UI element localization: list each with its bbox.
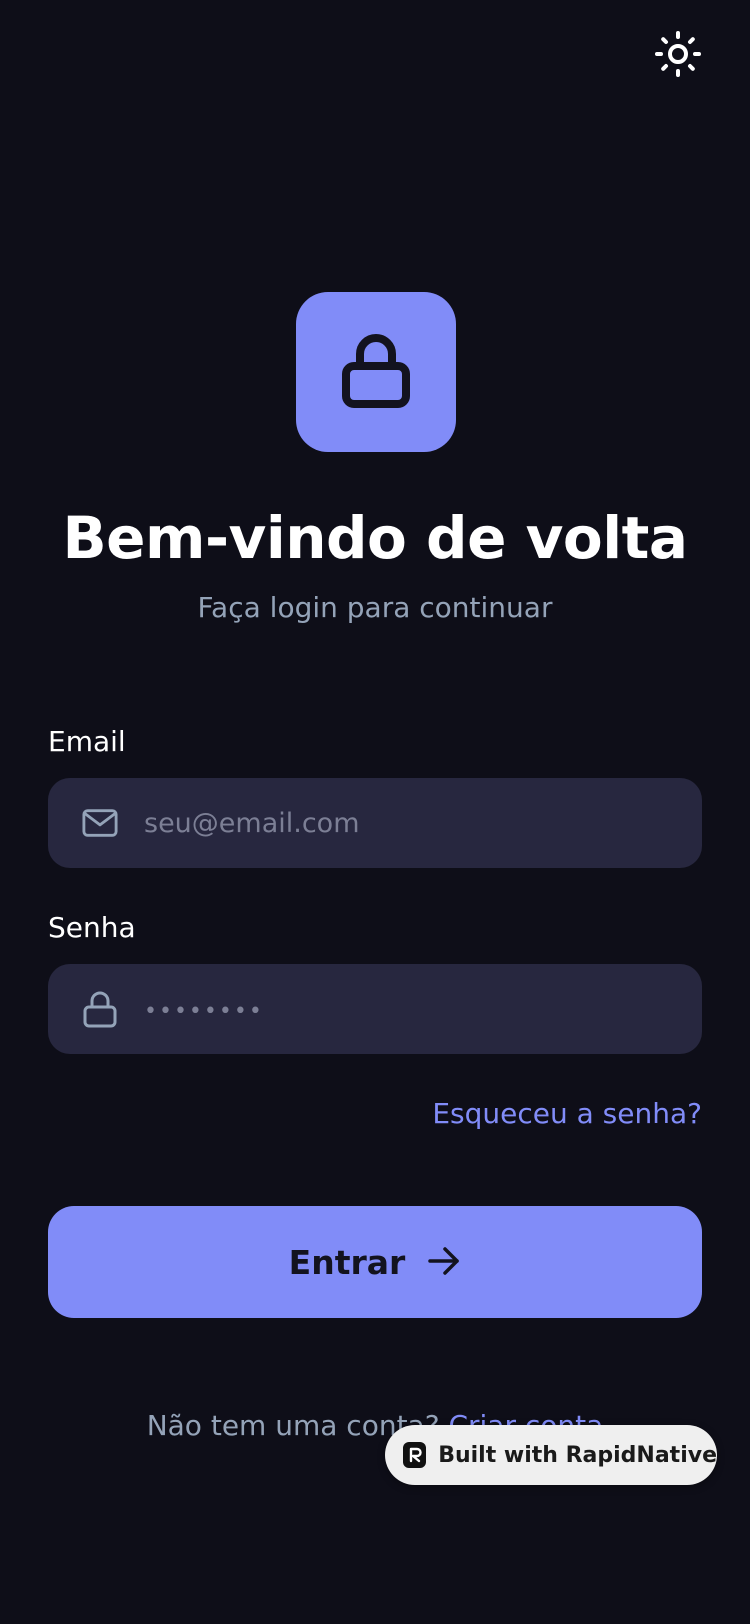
email-field[interactable] bbox=[48, 778, 702, 868]
login-button-label: Entrar bbox=[288, 1242, 406, 1282]
page-title: Bem-vindo de volta bbox=[62, 504, 688, 572]
email-label: Email bbox=[48, 725, 126, 758]
email-input[interactable] bbox=[144, 807, 702, 839]
forgot-password-link[interactable]: Esqueceu a senha? bbox=[432, 1094, 702, 1134]
built-with-badge[interactable]: Built with RapidNative bbox=[385, 1425, 717, 1485]
built-with-label: Built with RapidNative bbox=[438, 1442, 717, 1468]
sun-icon bbox=[654, 30, 702, 82]
arrow-right-icon bbox=[427, 1246, 461, 1279]
page-subtitle: Faça login para continuar bbox=[197, 591, 553, 624]
mail-icon bbox=[82, 805, 118, 841]
password-field[interactable] bbox=[48, 964, 702, 1054]
rapidnative-logo-icon bbox=[403, 1442, 427, 1468]
login-button[interactable]: Entrar bbox=[48, 1206, 702, 1318]
lock-icon bbox=[340, 330, 412, 414]
password-label: Senha bbox=[48, 911, 136, 944]
password-input[interactable] bbox=[144, 993, 702, 1025]
theme-toggle-button[interactable] bbox=[652, 30, 704, 82]
lock-icon bbox=[82, 991, 118, 1028]
app-logo bbox=[296, 292, 456, 452]
